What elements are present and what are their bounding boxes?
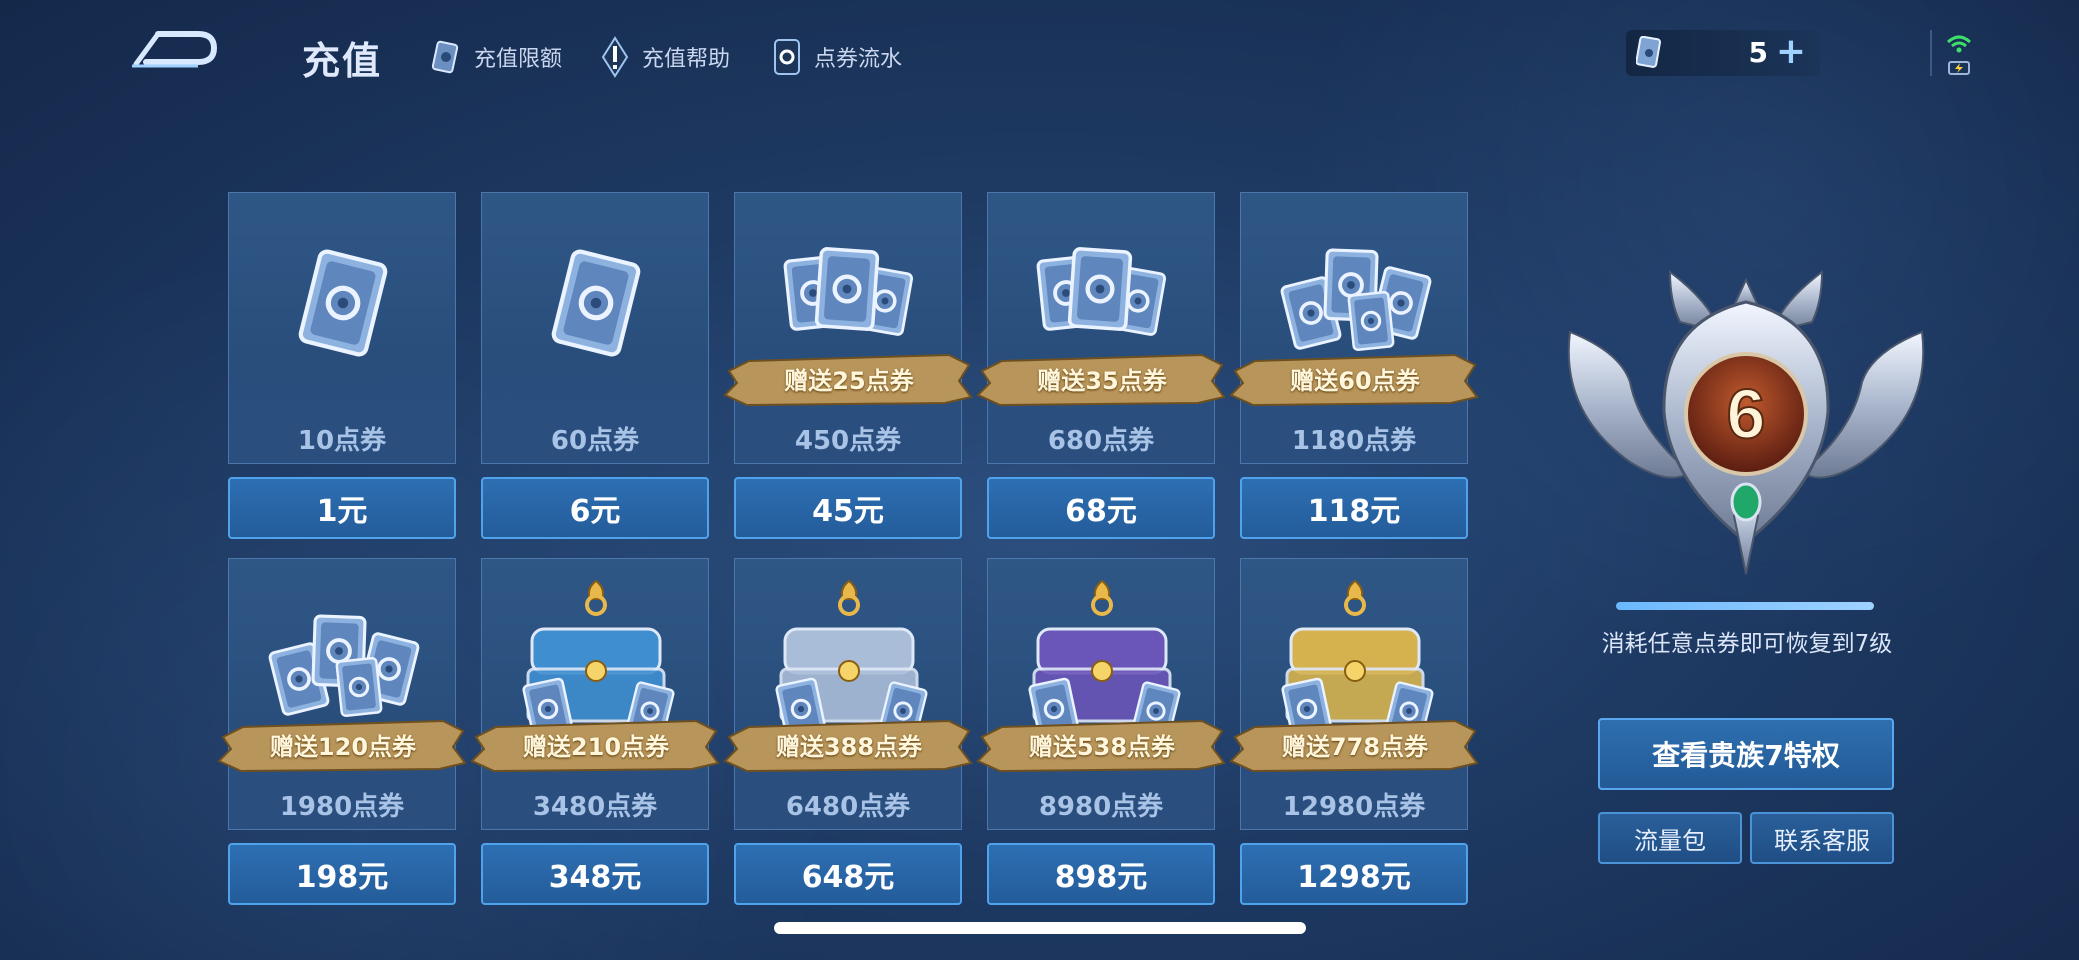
bonus-ribbon-text: 赠送120点券 [269,733,417,761]
view-vip-privileges-button[interactable]: 查看贵族7特权 [1598,718,1894,790]
bonus-ribbon-text: 赠送25点券 [784,367,914,395]
price-button[interactable]: 45元 [734,477,962,539]
contact-service-button[interactable]: 联系客服 [1750,812,1894,864]
traffic-package-button[interactable]: 流量包 [1598,812,1742,864]
top-bar: 充值 充值限额 充值帮助 点券流水 5 + [0,0,2079,110]
wifi-battery-icon [1946,35,1972,75]
coupon-card-icon [298,249,388,357]
coupon-card-icon [1636,36,1661,68]
bonus-ribbon-text: 赠送538点券 [1028,733,1176,761]
nav-coupon-flow-label: 点券流水 [814,47,903,72]
product-quantity: 680点券 [1047,426,1155,456]
product-art[interactable]: 赠送120点券 1980点券 [217,558,467,830]
coupon-balance: 5 + [1626,30,1820,76]
price-button[interactable]: 6元 [481,477,709,539]
product-quantity: 12980点券 [1282,792,1426,822]
price-button[interactable]: 1298元 [1240,843,1468,905]
bonus-ribbon-text: 赠送35点券 [1037,367,1167,395]
product-art[interactable]: 赠送210点券 3480点券 [470,558,720,830]
bonus-ribbon-text: 赠送210点券 [522,733,670,761]
bonus-ribbon-text: 赠送778点券 [1281,733,1429,761]
page-title: 充值 [302,39,383,83]
price-button[interactable]: 118元 [1240,477,1468,539]
nav-recharge-help-label: 充值帮助 [642,47,731,72]
product-art[interactable]: 10点券 [228,192,456,464]
price-button[interactable]: 198元 [228,843,456,905]
divider [1930,30,1932,76]
product-art[interactable]: 60点券 [481,192,709,464]
price-button[interactable]: 898元 [987,843,1215,905]
product-art[interactable]: 赠送60点券 1180点券 [1229,192,1479,464]
coupon-flow-icon [768,36,806,78]
product-quantity: 450点券 [794,426,902,456]
coupon-card-icon [551,249,641,357]
product-art[interactable]: 赠送538点券 8980点券 [976,558,1226,830]
vip-restore-text: 消耗任意点券即可恢复到7级 [1601,631,1893,657]
nav-recharge-help[interactable]: 充值帮助 [596,36,730,78]
price-button[interactable]: 68元 [987,477,1215,539]
nav-recharge-limit-label: 充值限额 [474,47,563,72]
price-button[interactable]: 348元 [481,843,709,905]
product-art[interactable]: 赠送25点券 450点券 [723,192,973,464]
vip-level-number: 6 [1727,375,1766,453]
card-icon [428,36,466,78]
home-indicator[interactable] [774,922,1306,934]
back-arrow-icon[interactable] [128,26,220,74]
vip-level-badge: 6 [1567,269,1925,575]
add-coupon-button[interactable]: + [1776,34,1806,70]
price-button[interactable]: 648元 [734,843,962,905]
product-quantity: 3480点券 [532,792,658,822]
coupon-balance-value: 5 [1748,36,1768,69]
nav-recharge-limit[interactable]: 充值限额 [428,36,562,78]
vip-progress-fill [1616,602,1874,610]
product-quantity: 60点券 [550,426,640,456]
vip-progress-bar [1616,602,1874,610]
price-button[interactable]: 1元 [228,477,456,539]
exclamation-icon [596,36,634,78]
product-art[interactable]: 赠送388点券 6480点券 [723,558,973,830]
product-art[interactable]: 赠送778点券 12980点券 [1229,558,1479,830]
bonus-ribbon-text: 赠送388点券 [775,733,923,761]
nav-coupon-flow[interactable]: 点券流水 [768,36,902,78]
bonus-ribbon-text: 赠送60点券 [1290,367,1420,395]
product-quantity: 1980点券 [279,792,405,822]
product-quantity: 6480点券 [785,792,911,822]
product-quantity: 1180点券 [1291,426,1417,456]
product-quantity: 8980点券 [1038,792,1164,822]
product-quantity: 10点券 [297,426,387,456]
product-art[interactable]: 赠送35点券 680点券 [976,192,1226,464]
